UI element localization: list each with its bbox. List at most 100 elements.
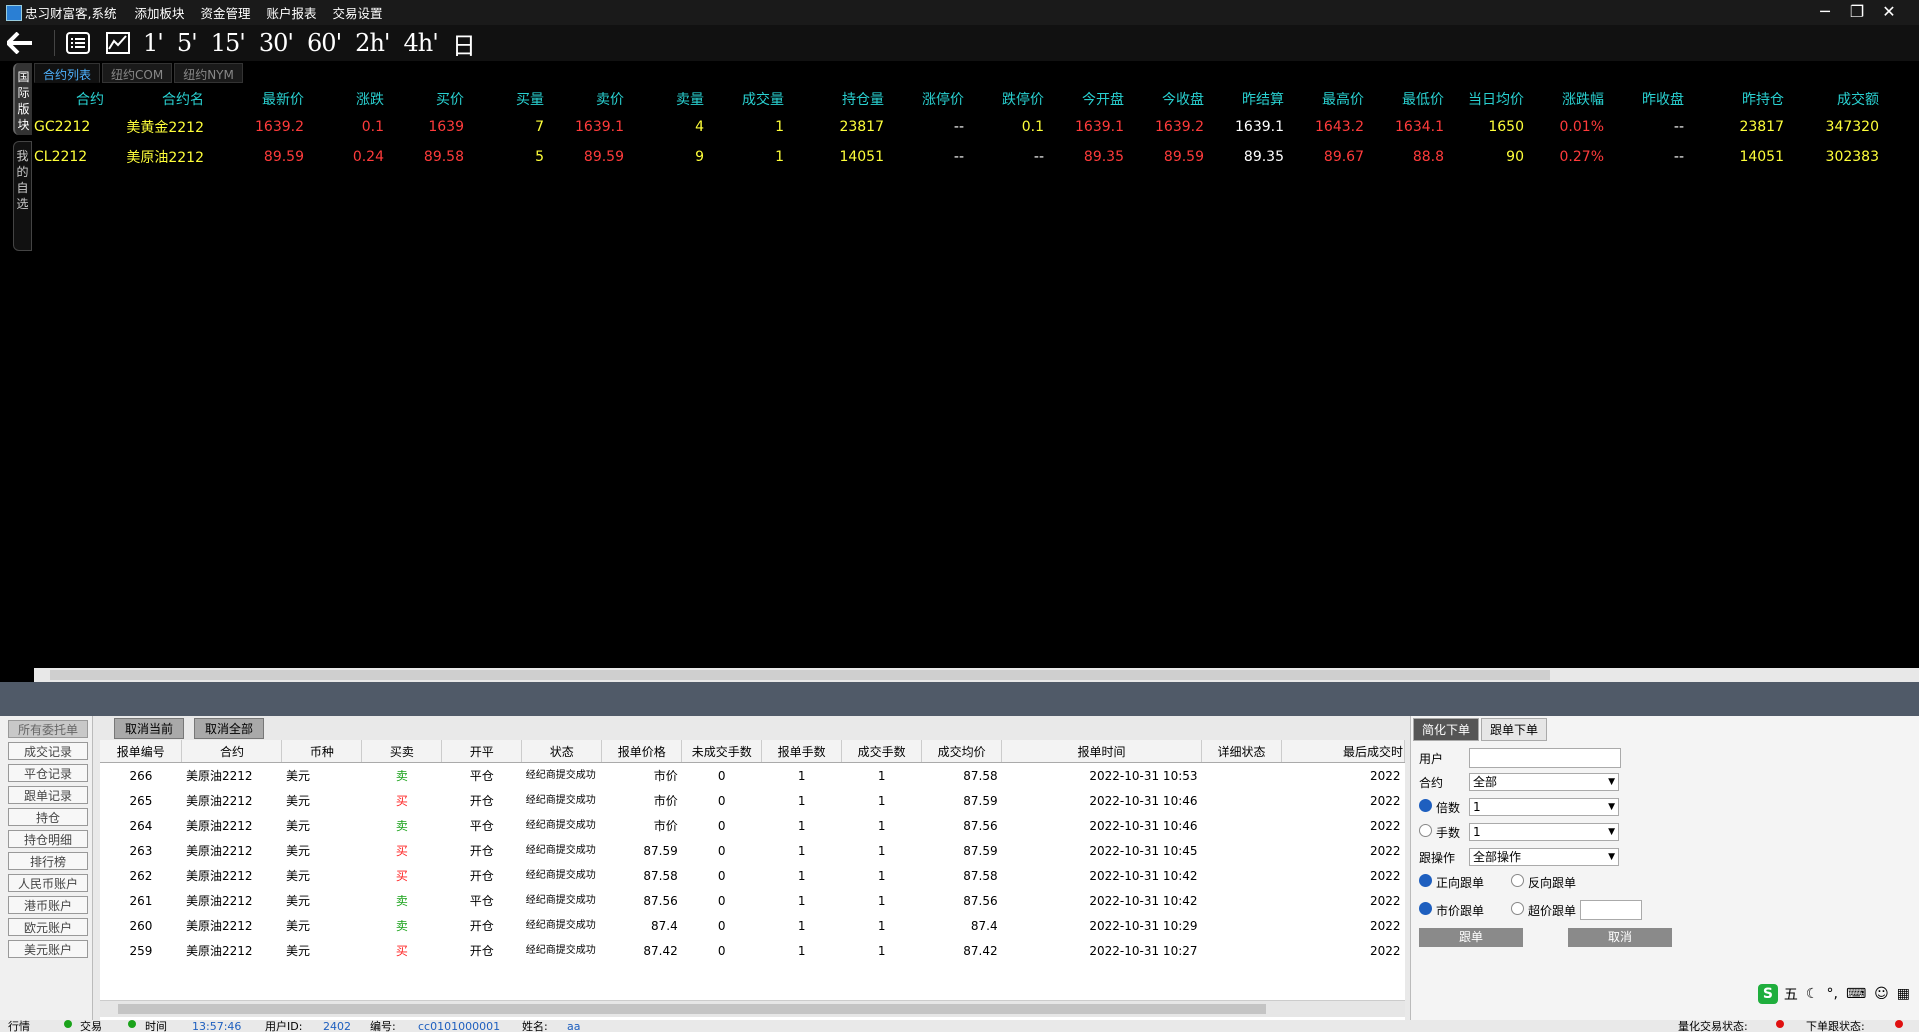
reverse-option[interactable]: 反向跟单 (1511, 874, 1576, 891)
col-header[interactable]: 状态 (521, 740, 603, 763)
col-header[interactable]: 跌停价 (964, 86, 1044, 112)
nav-ranking[interactable]: 排行榜 (8, 852, 88, 870)
col-header[interactable]: 报单时间 (1001, 740, 1203, 763)
order-row[interactable]: 263 美原油2212 美元 买 开仓 经纪商提交成功 87.59 0 1 1 … (100, 838, 1405, 863)
nav-all-orders[interactable]: 所有委托单 (8, 720, 88, 738)
menu-trade-settings[interactable]: 交易设置 (333, 3, 383, 22)
col-header[interactable]: 最后成交时 (1281, 740, 1406, 763)
contract-select[interactable]: 全部 (1469, 773, 1619, 791)
lots-select[interactable]: 1 (1469, 823, 1619, 841)
col-header[interactable]: 报单编号 (100, 740, 183, 763)
reverse-radio[interactable] (1511, 874, 1524, 887)
chart-view-button[interactable] (103, 28, 133, 58)
col-header[interactable]: 昨结算 (1204, 86, 1284, 112)
market-row-cl2212[interactable]: CL2212 美原油2212 89.59 0.24 89.58 5 89.59 … (34, 142, 1879, 172)
multiple-select[interactable]: 1 (1469, 798, 1619, 816)
order-row[interactable]: 260 美原油2212 美元 卖 开仓 经纪商提交成功 87.4 0 1 1 8… (100, 913, 1405, 938)
period-5m-button[interactable]: 5' (177, 29, 198, 57)
col-header[interactable]: 成交额 (1784, 86, 1879, 112)
nav-eur-account[interactable]: 欧元账户 (8, 918, 88, 936)
nav-usd-account[interactable]: 美元账户 (8, 940, 88, 958)
menu-fund-management[interactable]: 资金管理 (201, 3, 251, 22)
col-header[interactable]: 报单价格 (601, 740, 683, 763)
cancel-button[interactable]: 取消 (1568, 928, 1672, 947)
overprice-input[interactable] (1580, 900, 1643, 920)
cancel-all-button[interactable]: 取消全部 (194, 717, 265, 739)
period-60m-button[interactable]: 60' (307, 29, 342, 57)
col-header[interactable]: 卖价 (544, 86, 624, 112)
col-header[interactable]: 昨持仓 (1684, 86, 1784, 112)
menu-account-report[interactable]: 账户报表 (267, 3, 317, 22)
period-15m-button[interactable]: 15' (211, 29, 246, 57)
follow-op-select[interactable]: 全部操作 (1469, 848, 1619, 866)
col-header[interactable]: 合约 (181, 740, 283, 763)
col-header[interactable]: 最新价 (204, 86, 304, 112)
tab-contract-list[interactable]: 合约列表 (34, 63, 101, 83)
market-horizontal-scrollbar[interactable] (34, 668, 1919, 682)
restore-button[interactable]: ❐ (1841, 2, 1873, 21)
forward-radio[interactable] (1419, 874, 1432, 887)
col-header[interactable]: 成交手数 (841, 740, 923, 763)
col-header[interactable]: 最低价 (1364, 86, 1444, 112)
col-header[interactable]: 买卖 (361, 740, 443, 763)
tab-simple-order[interactable]: 简化下单 (1413, 718, 1480, 741)
period-1m-button[interactable]: 1' (143, 29, 164, 57)
period-day-button[interactable]: 日 (452, 26, 476, 61)
col-header[interactable]: 详细状态 (1201, 740, 1282, 763)
col-header[interactable]: 今开盘 (1044, 86, 1124, 112)
col-header[interactable]: 币种 (281, 740, 363, 763)
col-header[interactable]: 卖量 (624, 86, 704, 112)
nav-follow-records[interactable]: 跟单记录 (8, 786, 88, 804)
scrollbar-thumb[interactable] (118, 1004, 1266, 1014)
nav-close-records[interactable]: 平仓记录 (8, 764, 88, 782)
ime-mode[interactable]: 五 (1784, 984, 1798, 1004)
nav-hkd-account[interactable]: 港币账户 (8, 896, 88, 914)
panel-splitter[interactable] (0, 682, 1919, 716)
order-row[interactable]: 259 美原油2212 美元 买 开仓 经纪商提交成功 87.42 0 1 1 … (100, 938, 1405, 963)
minimize-button[interactable]: ─ (1809, 2, 1841, 21)
period-4h-button[interactable]: 4h' (404, 29, 439, 57)
tab-follow-order[interactable]: 跟单下单 (1481, 718, 1548, 741)
col-header[interactable]: 涨跌 (304, 86, 384, 112)
ime-toolbar[interactable]: S 五 ☾ °, ⌨ ☺ ▦ (1757, 984, 1910, 1004)
col-header[interactable]: 买量 (464, 86, 544, 112)
col-header[interactable]: 开平 (441, 740, 523, 763)
order-row[interactable]: 266 美原油2212 美元 卖 平仓 经纪商提交成功 市价 0 1 1 87.… (100, 763, 1405, 789)
back-button[interactable] (0, 25, 40, 61)
order-row[interactable]: 264 美原油2212 美元 卖 平仓 经纪商提交成功 市价 0 1 1 87.… (100, 813, 1405, 838)
col-header[interactable]: 成交量 (704, 86, 784, 112)
close-button[interactable]: ✕ (1873, 2, 1905, 21)
nav-cny-account[interactable]: 人民币账户 (8, 874, 88, 892)
follow-button[interactable]: 跟单 (1419, 928, 1523, 947)
col-header[interactable]: 最高价 (1284, 86, 1364, 112)
tab-nyc-com[interactable]: 纽约COM (102, 63, 173, 83)
col-header[interactable]: 合约 (34, 86, 104, 112)
col-header[interactable]: 涨停价 (884, 86, 964, 112)
nav-trades[interactable]: 成交记录 (8, 742, 88, 760)
order-row[interactable]: 262 美原油2212 美元 买 开仓 经纪商提交成功 87.58 0 1 1 … (100, 863, 1405, 888)
menu-add-sector[interactable]: 添加板块 (134, 3, 184, 22)
market-radio[interactable] (1419, 901, 1432, 915)
col-header[interactable]: 今收盘 (1124, 86, 1204, 112)
order-row[interactable]: 261 美原油2212 美元 卖 平仓 经纪商提交成功 87.56 0 1 1 … (100, 888, 1405, 913)
side-tab-international[interactable]: 国际版块 (13, 63, 32, 135)
col-header[interactable]: 报单手数 (761, 740, 843, 763)
market-row-gc2212[interactable]: GC2212 美黄金2212 1639.2 0.1 1639 7 1639.1 … (34, 112, 1879, 142)
multiple-option[interactable]: 倍数 (1419, 798, 1469, 816)
user-input[interactable] (1469, 748, 1621, 768)
overprice-radio[interactable] (1511, 901, 1524, 915)
period-2h-button[interactable]: 2h' (355, 29, 390, 57)
scrollbar-thumb[interactable] (50, 670, 1550, 680)
overprice-option[interactable]: 超价跟单 (1511, 901, 1576, 919)
forward-option[interactable]: 正向跟单 (1419, 874, 1511, 891)
list-view-button[interactable] (63, 28, 93, 58)
market-option[interactable]: 市价跟单 (1419, 901, 1511, 919)
nav-position-details[interactable]: 持仓明细 (8, 830, 88, 848)
cancel-current-button[interactable]: 取消当前 (114, 717, 185, 739)
col-header[interactable]: 持仓量 (784, 86, 884, 112)
tab-nyc-nym[interactable]: 纽约NYM (174, 63, 243, 83)
col-header[interactable]: 未成交手数 (681, 740, 763, 763)
col-header[interactable]: 涨跌幅 (1524, 86, 1604, 112)
col-header[interactable]: 买价 (384, 86, 464, 112)
multiple-radio[interactable] (1419, 798, 1432, 812)
